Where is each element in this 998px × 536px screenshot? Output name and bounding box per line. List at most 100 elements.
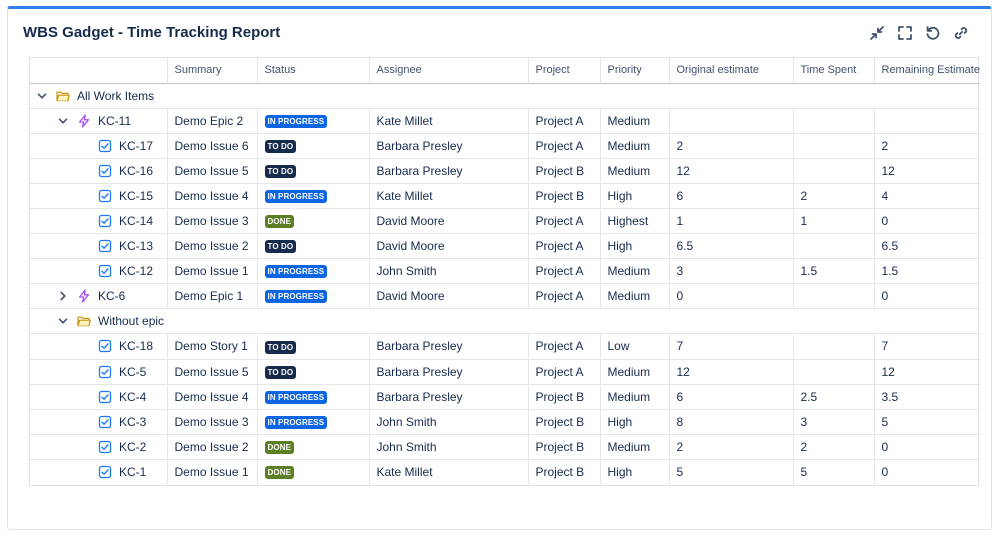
- task-icon: [97, 414, 113, 430]
- issue-key-link[interactable]: KC-4: [119, 390, 146, 404]
- epic-row[interactable]: KC-11 Demo Epic 2 IN PROGRESS Kate Millet Pr…: [30, 108, 980, 134]
- status-badge: IN PROGRESS: [264, 190, 328, 204]
- assignee-cell: David Moore: [369, 208, 529, 235]
- tree-cell: KC-11: [30, 108, 168, 134]
- issue-key-link[interactable]: KC-16: [119, 164, 153, 178]
- assignee-cell: John Smith: [369, 258, 529, 285]
- tree-cell: KC-15: [30, 183, 168, 209]
- column-header[interactable]: Remaining Estimate: [874, 58, 980, 84]
- priority-cell: Medium: [600, 359, 670, 385]
- issue-row[interactable]: KC-17 Demo Issue 6 TO DO Barbara Presley Pro…: [30, 133, 980, 159]
- epic-row[interactable]: KC-6 Demo Epic 1 IN PROGRESS David Moore Pro…: [30, 283, 980, 310]
- chevron-down-icon[interactable]: [56, 314, 70, 328]
- status-cell: DONE: [257, 434, 370, 460]
- link-icon[interactable]: [951, 23, 971, 43]
- project-cell: Project A: [528, 258, 601, 285]
- remaining-cell: 0: [874, 434, 980, 460]
- issue-key-link[interactable]: KC-14: [119, 214, 153, 228]
- table-body: All Work Items KC-11 Demo Epic 2 IN PROGRES…: [30, 83, 980, 485]
- issue-key-link[interactable]: KC-15: [119, 189, 153, 203]
- status-cell: TO DO: [257, 233, 370, 260]
- column-header[interactable]: Time Spent: [793, 58, 875, 84]
- assignee-cell: John Smith: [369, 434, 529, 460]
- column-header[interactable]: Summary: [167, 58, 258, 84]
- time-tracking-table-wrap: Summary Status Assignee Project Priority Orig…: [29, 57, 980, 486]
- gadget-header: WBS Gadget - Time Tracking Report: [8, 9, 991, 57]
- tree-cell: Without epic: [30, 308, 980, 335]
- assignee-cell: John Smith: [369, 409, 529, 435]
- status-cell: DONE: [257, 459, 370, 485]
- status-cell: IN PROGRESS: [257, 384, 370, 410]
- project-cell: Project B: [528, 183, 601, 209]
- issue-row[interactable]: KC-5 Demo Issue 5 TO DO Barbara Presley Proj…: [30, 359, 980, 385]
- issue-key-link[interactable]: KC-5: [119, 365, 146, 379]
- group-row[interactable]: Without epic: [30, 308, 980, 335]
- task-icon: [97, 163, 113, 179]
- task-icon: [97, 464, 113, 480]
- tree-cell: KC-4: [30, 384, 168, 410]
- project-cell: Project A: [528, 108, 601, 134]
- project-cell: Project A: [528, 208, 601, 235]
- status-badge: DONE: [264, 215, 295, 229]
- tree-cell: KC-5: [30, 359, 168, 385]
- issue-row[interactable]: KC-1 Demo Issue 1 DONE Kate Millet Project B…: [30, 459, 980, 485]
- issue-row[interactable]: KC-4 Demo Issue 4 IN PROGRESS Barbara Presl…: [30, 384, 980, 410]
- refresh-icon[interactable]: [923, 23, 943, 43]
- tree-cell: KC-6: [30, 283, 168, 310]
- fullscreen-icon[interactable]: [895, 23, 915, 43]
- assignee-cell: Barbara Presley: [369, 359, 529, 385]
- issue-row[interactable]: KC-14 Demo Issue 3 DONE David Moore Project …: [30, 208, 980, 235]
- remaining-cell: 7: [874, 333, 980, 360]
- issue-key-link[interactable]: KC-12: [119, 264, 153, 278]
- assignee-cell: Barbara Presley: [369, 158, 529, 184]
- chevron-down-icon[interactable]: [56, 114, 70, 128]
- priority-cell: High: [600, 233, 670, 260]
- issue-key-link[interactable]: KC-1: [119, 465, 146, 479]
- remaining-cell: 5: [874, 409, 980, 435]
- issue-row[interactable]: KC-12 Demo Issue 1 IN PROGRESS John Smith Pr…: [30, 258, 980, 285]
- original-cell: 0: [669, 283, 794, 310]
- issue-row[interactable]: KC-3 Demo Issue 3 IN PROGRESS John Smith Pro…: [30, 409, 980, 435]
- issue-key-link[interactable]: KC-13: [119, 239, 153, 253]
- issue-key-link[interactable]: KC-3: [119, 415, 146, 429]
- column-header[interactable]: [30, 58, 168, 84]
- issue-row[interactable]: KC-2 Demo Issue 2 DONE John Smith Project BM…: [30, 434, 980, 460]
- status-badge: DONE: [264, 466, 295, 480]
- original-cell: 1: [669, 208, 794, 235]
- issue-row[interactable]: KC-15 Demo Issue 4 IN PROGRESS Kate Millet P…: [30, 183, 980, 209]
- remaining-cell: 12: [874, 359, 980, 385]
- project-cell: Project B: [528, 434, 601, 460]
- priority-cell: Medium: [600, 108, 670, 134]
- issue-key-link[interactable]: KC-11: [98, 114, 131, 128]
- issue-key-link[interactable]: KC-18: [119, 339, 153, 353]
- group-row[interactable]: All Work Items: [30, 83, 980, 109]
- original-cell: 2: [669, 133, 794, 159]
- column-header[interactable]: Original estimate: [669, 58, 794, 84]
- spent-cell: [793, 359, 875, 385]
- status-badge: TO DO: [264, 340, 297, 354]
- summary-cell: Demo Issue 4: [167, 183, 258, 209]
- chevron-down-icon[interactable]: [35, 89, 49, 103]
- status-badge: IN PROGRESS: [264, 415, 328, 429]
- issue-row[interactable]: KC-13 Demo Issue 2 TO DO David Moore Project…: [30, 233, 980, 260]
- issue-key-link[interactable]: KC-17: [119, 139, 153, 153]
- spent-cell: [793, 158, 875, 184]
- project-cell: Project A: [528, 283, 601, 310]
- remaining-cell: 0: [874, 208, 980, 235]
- spent-cell: 2: [793, 434, 875, 460]
- task-icon: [97, 138, 113, 154]
- column-header[interactable]: Project: [528, 58, 601, 84]
- issue-key-link[interactable]: KC-2: [119, 440, 146, 454]
- column-header[interactable]: Assignee: [369, 58, 529, 84]
- issue-row[interactable]: KC-18 Demo Story 1 TO DO Barbara Presley Pro…: [30, 333, 980, 360]
- collapse-icon[interactable]: [867, 23, 887, 43]
- wbs-gadget: WBS Gadget - Time Tracking Report Summar…: [7, 6, 992, 530]
- column-header[interactable]: Priority: [600, 58, 670, 84]
- column-header[interactable]: Status: [257, 58, 370, 84]
- chevron-right-icon[interactable]: [56, 289, 70, 303]
- spent-cell: [793, 333, 875, 360]
- issue-key-link[interactable]: KC-6: [98, 289, 125, 303]
- priority-cell: Low: [600, 333, 670, 360]
- original-cell: 5: [669, 459, 794, 485]
- issue-row[interactable]: KC-16 Demo Issue 5 TO DO Barbara Presley Pro…: [30, 158, 980, 184]
